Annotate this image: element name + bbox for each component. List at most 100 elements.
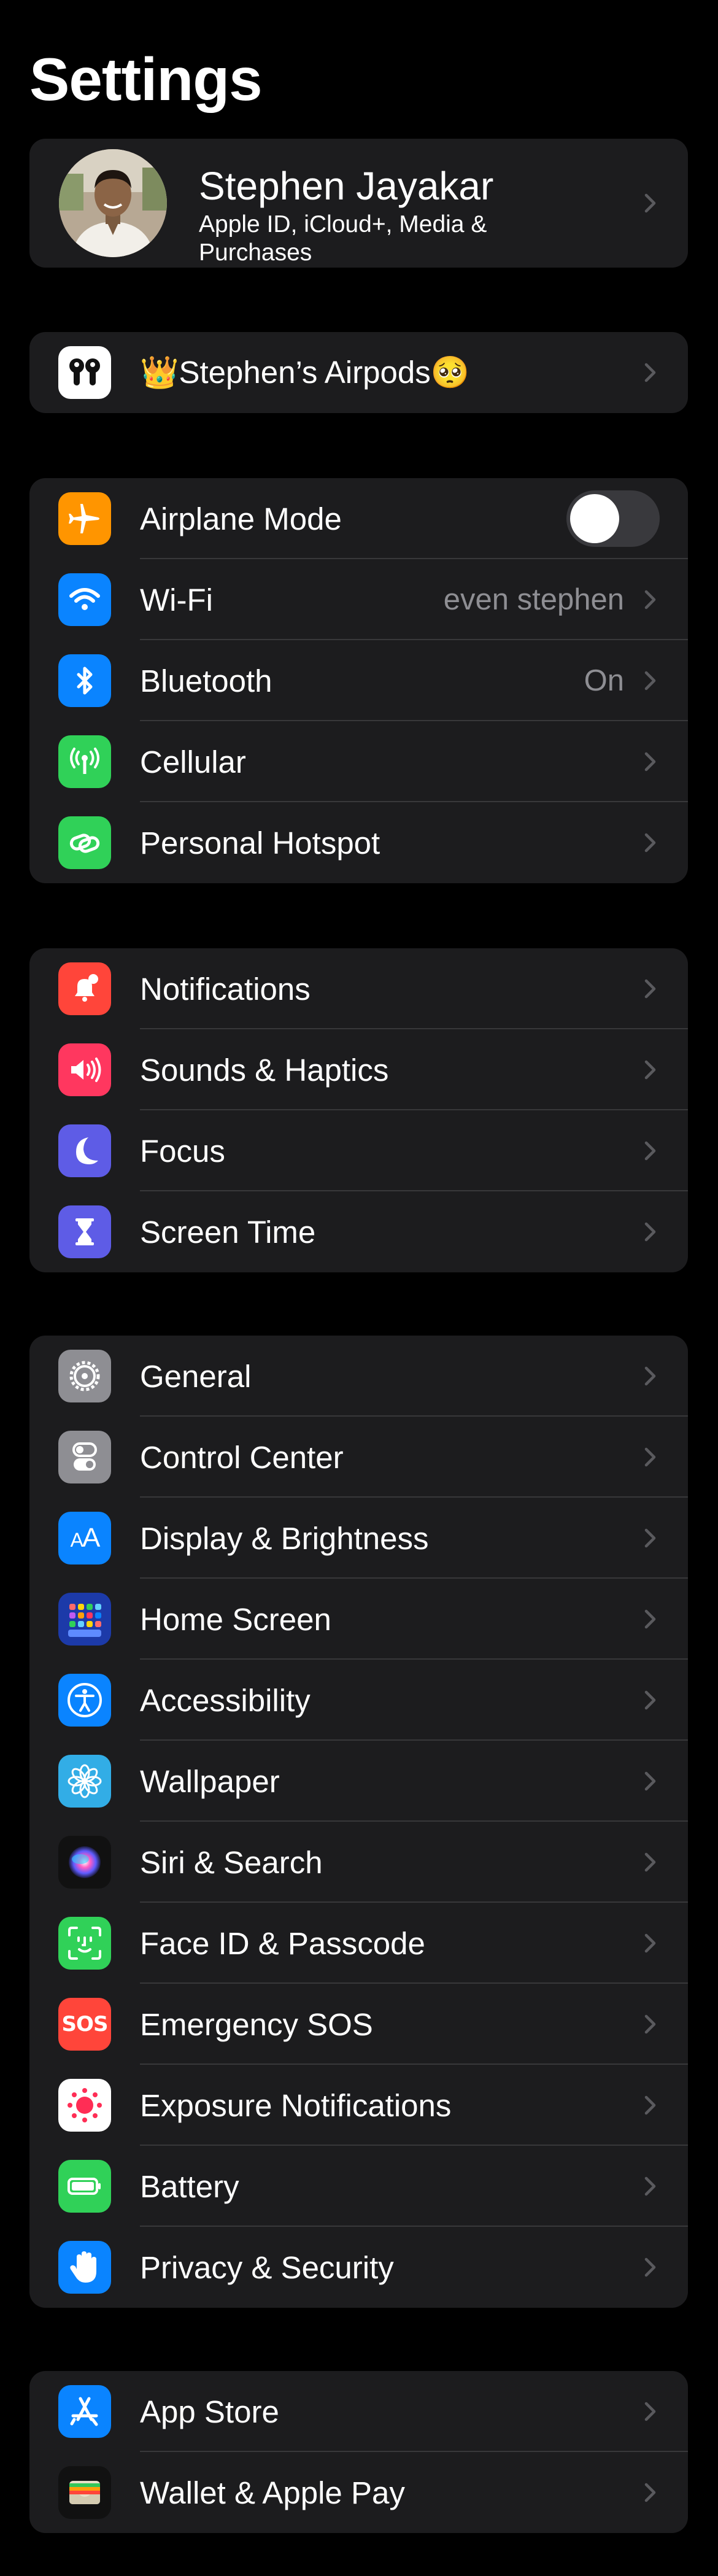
app-grid-icon — [58, 1593, 111, 1646]
chevron-right-icon — [644, 1690, 656, 1710]
display-brightness-row[interactable]: AA Display & Brightness — [29, 1498, 688, 1579]
airplane-icon — [58, 492, 111, 545]
wallpaper-row[interactable]: Wallpaper — [29, 1741, 688, 1822]
wifi-label: Wi-Fi — [140, 582, 213, 617]
bluetooth-row[interactable]: Bluetooth On — [29, 640, 688, 721]
focus-row[interactable]: Focus — [29, 1110, 688, 1191]
emergency-sos-row[interactable]: SOS Emergency SOS — [29, 1984, 688, 2065]
profile-subtitle: Apple ID, iCloud+, Media & Purchases — [199, 211, 487, 266]
hand-icon — [58, 2241, 111, 2294]
bluetooth-icon — [58, 654, 111, 707]
page-title: Settings — [29, 45, 263, 113]
accessibility-row[interactable]: Accessibility — [29, 1660, 688, 1741]
text-size-icon: AA — [58, 1512, 111, 1565]
wallet-apple-pay-row[interactable]: Wallet & Apple Pay — [29, 2452, 688, 2533]
personal-hotspot-row[interactable]: Personal Hotspot — [29, 802, 688, 883]
airplane-mode-row: Airplane Mode — [29, 478, 688, 559]
sos-icon-text: SOS — [61, 2012, 109, 2036]
app-store-row[interactable]: App Store — [29, 2371, 688, 2452]
chevron-right-icon — [644, 1222, 656, 1242]
airpods-row[interactable]: 👑Stephen’s Airpods🥺 — [29, 332, 688, 413]
chevron-right-icon — [644, 2483, 656, 2502]
hotspot-chain-icon — [58, 816, 111, 869]
battery-label: Battery — [140, 2168, 239, 2204]
sounds-haptics-row[interactable]: Sounds & Haptics — [29, 1029, 688, 1110]
notifications-row[interactable]: Notifications — [29, 948, 688, 1029]
chevron-right-icon — [644, 2176, 656, 2196]
app-store-icon — [58, 2385, 111, 2438]
battery-row[interactable]: Battery — [29, 2146, 688, 2227]
sounds-haptics-label: Sounds & Haptics — [140, 1052, 389, 1088]
screen-time-row[interactable]: Screen Time — [29, 1191, 688, 1272]
connectivity-group: Airplane Mode Wi-Fi even stephen Bluetoo… — [29, 478, 688, 883]
chevron-right-icon — [644, 2095, 656, 2115]
wallpaper-label: Wallpaper — [140, 1763, 280, 1799]
siri-orb-icon — [58, 1836, 111, 1889]
bell-icon — [58, 962, 111, 1015]
face-id-icon — [58, 1917, 111, 1970]
exposure-notifications-row[interactable]: Exposure Notifications — [29, 2065, 688, 2146]
display-brightness-label: Display & Brightness — [140, 1520, 429, 1556]
chevron-right-icon — [644, 2257, 656, 2277]
chevron-right-icon — [644, 2402, 656, 2421]
chevron-right-icon — [644, 193, 656, 213]
control-center-label: Control Center — [140, 1439, 344, 1475]
chevron-right-icon — [644, 1060, 656, 1080]
toggle-knob — [570, 494, 619, 543]
siri-search-label: Siri & Search — [140, 1844, 323, 1880]
home-screen-label: Home Screen — [140, 1601, 331, 1637]
chevron-right-icon — [644, 1609, 656, 1629]
avatar — [59, 149, 167, 257]
control-center-row[interactable]: Control Center — [29, 1417, 688, 1498]
antenna-icon — [58, 735, 111, 788]
moon-icon — [58, 1124, 111, 1177]
airpods-icon — [58, 346, 111, 399]
focus-label: Focus — [140, 1133, 225, 1169]
chevron-right-icon — [644, 1366, 656, 1386]
chevron-right-icon — [644, 2014, 656, 2034]
chevron-right-icon — [644, 979, 656, 999]
home-screen-row[interactable]: Home Screen — [29, 1579, 688, 1660]
profile-group: Stephen Jayakar Apple ID, iCloud+, Media… — [29, 139, 688, 268]
toggles-icon — [58, 1431, 111, 1483]
airpods-group: 👑Stephen’s Airpods🥺 — [29, 332, 688, 413]
exposure-notifications-label: Exposure Notifications — [140, 2087, 452, 2123]
apple-id-row[interactable]: Stephen Jayakar Apple ID, iCloud+, Media… — [29, 139, 688, 268]
battery-icon — [58, 2160, 111, 2213]
chevron-right-icon — [644, 1771, 656, 1791]
speaker-icon — [58, 1043, 111, 1096]
chevron-right-icon — [644, 1852, 656, 1872]
cellular-row[interactable]: Cellular — [29, 721, 688, 802]
chevron-right-icon — [644, 1933, 656, 1953]
wifi-network-value: even stephen — [443, 583, 624, 616]
emergency-sos-label: Emergency SOS — [140, 2006, 373, 2042]
wifi-icon — [58, 573, 111, 626]
airplane-mode-toggle[interactable] — [566, 490, 660, 547]
attention-group: Notifications Sounds & Haptics Focus Scr… — [29, 948, 688, 1272]
wallet-icon — [58, 2466, 111, 2519]
cellular-label: Cellular — [140, 744, 246, 779]
face-id-passcode-row[interactable]: Face ID & Passcode — [29, 1903, 688, 1984]
system-group: General Control Center AA Display & Brig… — [29, 1336, 688, 2308]
wifi-row[interactable]: Wi-Fi even stephen — [29, 559, 688, 640]
airplane-mode-label: Airplane Mode — [140, 501, 342, 536]
profile-name: Stephen Jayakar — [199, 164, 494, 208]
general-row[interactable]: General — [29, 1336, 688, 1417]
chevron-right-icon — [644, 833, 656, 853]
flower-icon — [58, 1755, 111, 1808]
chevron-right-icon — [644, 671, 656, 690]
hourglass-icon — [58, 1205, 111, 1258]
chevron-right-icon — [644, 1141, 656, 1161]
chevron-right-icon — [644, 363, 656, 382]
general-label: General — [140, 1358, 252, 1394]
bluetooth-status-value: On — [584, 664, 624, 697]
store-group: App Store Wallet & Apple Pay — [29, 2371, 688, 2533]
gear-icon — [58, 1350, 111, 1402]
privacy-security-row[interactable]: Privacy & Security — [29, 2227, 688, 2308]
siri-search-row[interactable]: Siri & Search — [29, 1822, 688, 1903]
chevron-right-icon — [644, 590, 656, 609]
screen-time-label: Screen Time — [140, 1214, 316, 1250]
wallet-apple-pay-label: Wallet & Apple Pay — [140, 2475, 405, 2510]
chevron-right-icon — [644, 1447, 656, 1467]
bluetooth-label: Bluetooth — [140, 663, 272, 698]
